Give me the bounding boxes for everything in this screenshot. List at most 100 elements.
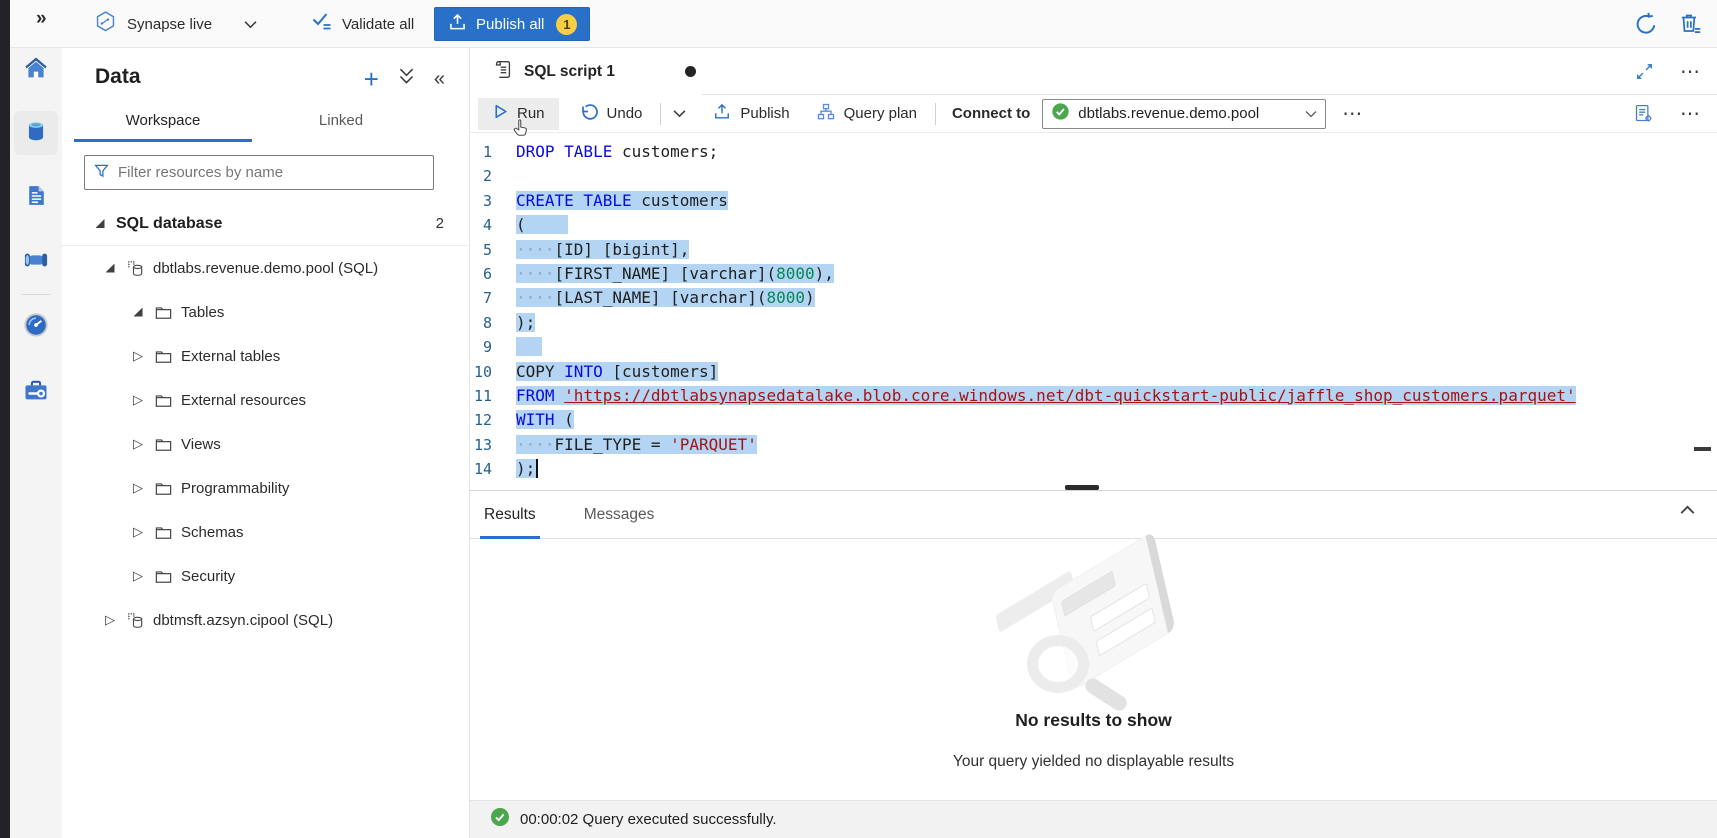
tree-item-label: Schemas xyxy=(181,524,244,541)
manage-icon xyxy=(22,376,50,409)
publish-count-badge: 1 xyxy=(556,14,577,35)
tree-item-label: Tables xyxy=(181,304,224,321)
code-line[interactable]: 13····FILE_TYPE = 'PARQUET' xyxy=(470,433,1717,457)
resource-tree: SQL database2dbtlabs.revenue.demo.pool (… xyxy=(62,202,468,642)
collapse-panel-icon[interactable]: « xyxy=(434,68,445,90)
sql-script-icon xyxy=(492,58,514,85)
code-line[interactable]: 5····[ID] [bigint], xyxy=(470,238,1717,262)
mouse-cursor xyxy=(510,118,531,144)
line-number: 6 xyxy=(470,262,516,286)
left-nav-rail xyxy=(10,48,62,838)
nav-develop[interactable] xyxy=(14,176,58,220)
text-cursor xyxy=(536,459,538,478)
panel-title: Data xyxy=(95,65,141,89)
tab-sql-script[interactable]: SQL script 1 xyxy=(482,48,702,95)
more-toolbar-icon[interactable]: ⋯ xyxy=(1680,109,1701,119)
collapse-caret-icon[interactable] xyxy=(128,308,148,317)
code-line[interactable]: 7····[LAST_NAME] [varchar](8000) xyxy=(470,286,1717,310)
success-check-icon xyxy=(490,807,510,832)
undo-button[interactable]: Undo xyxy=(573,98,649,130)
mode-switcher[interactable]: Synapse live xyxy=(94,0,257,48)
expand-caret-icon[interactable]: ▷ xyxy=(128,392,148,408)
code-line[interactable]: 1DROP TABLE customers; xyxy=(470,140,1717,164)
integrate-icon xyxy=(22,246,50,279)
expand-caret-icon[interactable]: ▷ xyxy=(128,436,148,452)
code-line[interactable]: 14); xyxy=(470,457,1717,481)
code-line[interactable]: 10COPY INTO [customers] xyxy=(470,360,1717,384)
folder-icon xyxy=(154,479,173,498)
undo-label: Undo xyxy=(607,105,643,122)
code-line[interactable]: 2 xyxy=(470,164,1717,188)
publish-all-label: Publish all xyxy=(476,16,544,33)
nav-monitor[interactable] xyxy=(14,305,58,349)
collapse-results-chevron-icon[interactable] xyxy=(1680,505,1695,515)
tree-item[interactable]: ▷Programmability xyxy=(62,466,468,510)
code-line[interactable]: 3CREATE TABLE customers xyxy=(470,189,1717,213)
actions-chevron-icon[interactable] xyxy=(399,68,414,90)
refresh-icon[interactable] xyxy=(1633,11,1659,37)
collapse-caret-icon[interactable] xyxy=(90,219,110,228)
code-line[interactable]: 4( xyxy=(470,213,1717,237)
explorer-tabs: Workspace Linked xyxy=(62,100,469,142)
publish-button[interactable]: Publish xyxy=(706,98,795,130)
tab-linked[interactable]: Linked xyxy=(252,100,430,142)
expand-editor-icon[interactable] xyxy=(1635,62,1654,81)
nav-home[interactable] xyxy=(14,48,58,92)
expand-caret-icon[interactable]: ▷ xyxy=(128,524,148,540)
unsaved-dot-icon xyxy=(685,66,696,77)
tree-item[interactable]: ▷dbtmsft.azsyn.cipool (SQL) xyxy=(62,598,468,642)
more-commands-icon[interactable]: ⋯ xyxy=(1342,109,1363,119)
tab-messages[interactable]: Messages xyxy=(580,491,659,539)
tree-item[interactable]: dbtlabs.revenue.demo.pool (SQL) xyxy=(62,246,468,290)
line-number: 2 xyxy=(470,164,516,188)
results-tab-bar: Results Messages xyxy=(470,491,1717,539)
properties-icon[interactable] xyxy=(1633,103,1654,124)
toolbar-separator xyxy=(660,103,661,125)
folder-icon xyxy=(154,347,173,366)
tree-item[interactable]: ▷Views xyxy=(62,422,468,466)
validate-label: Validate all xyxy=(342,16,414,33)
filter-input[interactable] xyxy=(118,164,425,181)
tree-item[interactable]: SQL database2 xyxy=(62,202,468,246)
expand-nav-button[interactable]: » xyxy=(36,8,47,30)
tree-item[interactable]: ▷External tables xyxy=(62,334,468,378)
splitter-drag-handle[interactable] xyxy=(1065,485,1099,490)
nav-integrate[interactable] xyxy=(14,240,58,284)
database-icon xyxy=(126,259,145,278)
publish-all-button[interactable]: Publish all 1 xyxy=(434,7,590,41)
code-line[interactable]: 9 xyxy=(470,335,1717,359)
tree-item[interactable]: ▷ Schemas xyxy=(62,510,468,554)
nav-data[interactable] xyxy=(14,111,58,155)
code-line[interactable]: 12WITH ( xyxy=(470,408,1717,432)
code-line[interactable]: 8); xyxy=(470,311,1717,335)
validate-all-button[interactable]: Validate all xyxy=(310,0,414,48)
tree-item[interactable]: Tables xyxy=(62,290,468,334)
add-resource-button[interactable]: + xyxy=(364,68,379,90)
expand-caret-icon[interactable]: ▷ xyxy=(128,480,148,496)
expand-caret-icon[interactable]: ▷ xyxy=(128,568,148,584)
code-line[interactable]: 11FROM 'https://dbtlabsynapsedatalake.bl… xyxy=(470,384,1717,408)
code-editor[interactable]: 1DROP TABLE customers;23CREATE TABLE cus… xyxy=(470,133,1717,490)
undo-redo-chevron-icon[interactable] xyxy=(673,109,686,118)
expand-caret-icon[interactable]: ▷ xyxy=(128,348,148,364)
run-play-icon xyxy=(492,103,509,124)
scrollbar-thumb[interactable] xyxy=(1694,447,1711,451)
expand-caret-icon[interactable]: ▷ xyxy=(100,612,120,628)
home-icon xyxy=(22,54,50,87)
code-line[interactable]: 6····[FIRST_NAME] [varchar](8000), xyxy=(470,262,1717,286)
discard-trash-icon[interactable] xyxy=(1677,11,1703,37)
more-actions-icon[interactable]: ⋯ xyxy=(1680,67,1701,77)
pool-name: dbtlabs.revenue.demo.pool xyxy=(1078,105,1297,122)
tab-title: SQL script 1 xyxy=(524,63,615,81)
collapse-caret-icon[interactable] xyxy=(100,264,120,273)
tab-workspace[interactable]: Workspace xyxy=(74,100,252,142)
connect-to-label: Connect to xyxy=(952,105,1030,122)
chevron-down-icon xyxy=(244,20,257,29)
tree-item[interactable]: ▷Security xyxy=(62,554,468,598)
tree-item[interactable]: ▷External resources xyxy=(62,378,468,422)
tab-results[interactable]: Results xyxy=(480,491,540,539)
query-plan-button[interactable]: Query plan xyxy=(810,98,923,130)
nav-manage[interactable] xyxy=(14,370,58,414)
pool-select-dropdown[interactable]: dbtlabs.revenue.demo.pool xyxy=(1042,99,1326,129)
synapse-studio-window: » Synapse live Validate all Publish all … xyxy=(0,0,1717,838)
